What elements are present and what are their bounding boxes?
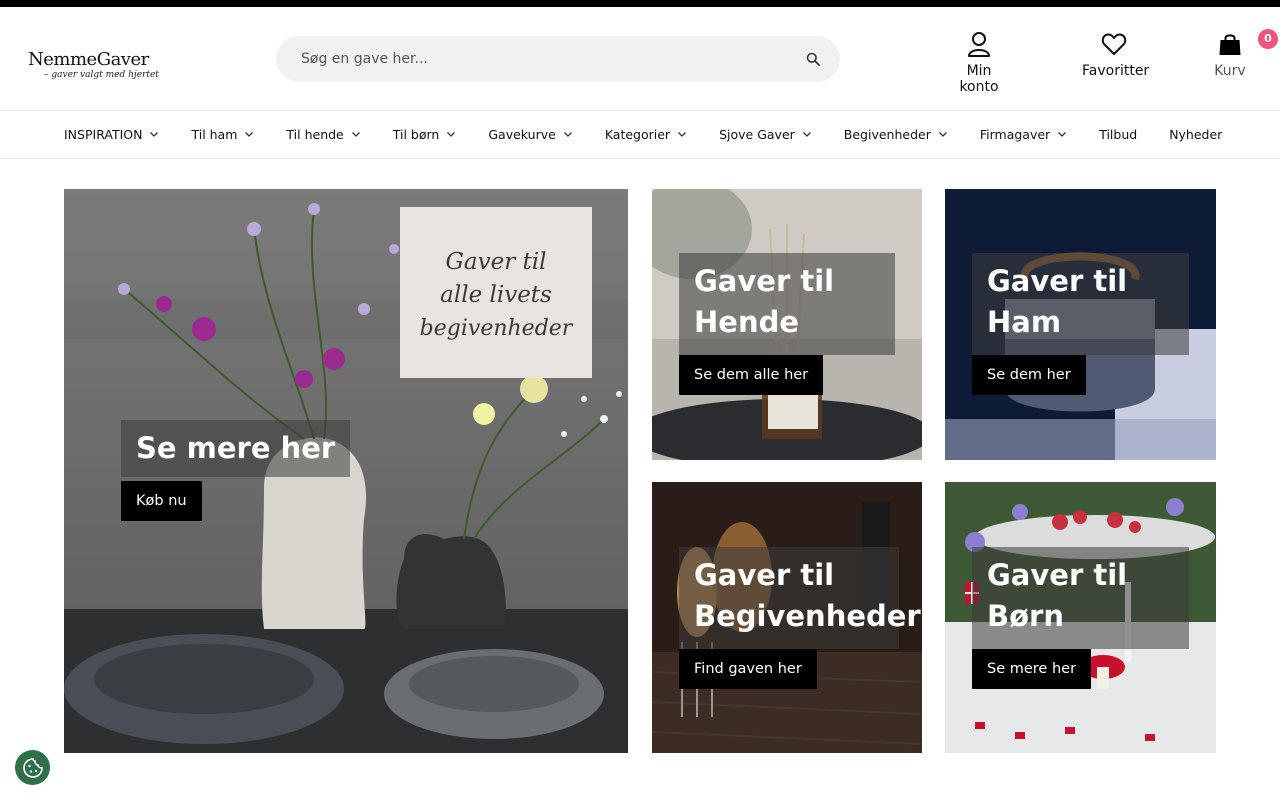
tile-begivenheder-button[interactable]: Find gaven her [679, 649, 817, 689]
heart-icon [1101, 33, 1127, 55]
nav-item-label: Til hende [286, 126, 344, 142]
logo-wordmark: NemmeGaver [28, 49, 149, 70]
cart-label: Kurv [1214, 63, 1246, 79]
nav-item-gavekurve[interactable]: Gavekurve [488, 127, 572, 142]
chevron-down-icon [150, 132, 159, 137]
logo[interactable]: NemmeGaver – gaver valgt med hjertet [28, 51, 178, 81]
nav-item-til-hende[interactable]: Til hende [286, 127, 360, 142]
tile-boern-caption: Gaver til Børn [972, 547, 1189, 649]
main-nav: INSPIRATION Til ham Til hende Til børn Gavek… [0, 111, 1280, 159]
nav-item-inspiration[interactable]: INSPIRATION [64, 127, 159, 142]
hero-banner[interactable]: Gaver til alle livets begivenheder Se me… [64, 189, 628, 753]
tile-begivenheder-caption: Gaver til Begivenheder [679, 547, 921, 649]
cookie-settings-button[interactable] [15, 750, 50, 785]
search-icon[interactable] [806, 52, 820, 66]
favorites-link[interactable]: Favoritter [1082, 31, 1150, 79]
tile-ham[interactable]: Gaver til Ham Se dem her [945, 189, 1216, 460]
nav-item-label: Gavekurve [488, 126, 556, 142]
nav-item-til-ham[interactable]: Til ham [191, 127, 254, 142]
nav-item-label: Kategorier [604, 126, 671, 142]
site-header: NemmeGaver – gaver valgt med hjertet Min… [0, 7, 1280, 111]
favorites-label: Favoritter [1082, 63, 1150, 79]
nav-item-tilbud[interactable]: Tilbud [1099, 127, 1137, 142]
chevron-down-icon [563, 132, 572, 137]
tile-boern[interactable]: Gaver til Børn Se mere her [945, 482, 1216, 753]
top-bar [0, 0, 1280, 7]
tile-ham-button[interactable]: Se dem her [972, 355, 1086, 395]
logo-tagline: – gaver valgt med hjertet [44, 70, 159, 80]
chevron-down-icon [1058, 132, 1067, 137]
chevron-down-icon [802, 132, 811, 137]
account-link[interactable]: Min konto [945, 31, 1013, 95]
shopping-bag-icon [1219, 34, 1241, 55]
chevron-down-icon [447, 132, 456, 137]
chevron-down-icon [351, 132, 360, 137]
tile-begivenheder[interactable]: Gaver til Begivenheder Find gaven her [652, 482, 922, 753]
chevron-down-icon [938, 132, 947, 137]
chevron-down-icon [678, 132, 687, 137]
nav-item-label: Nyheder [1169, 126, 1223, 142]
nav-item-label: Til børn [392, 126, 440, 142]
nav-item-label: Sjove Gaver [719, 126, 795, 142]
cart-count-badge: 0 [1258, 29, 1278, 49]
search-box [276, 36, 840, 82]
tile-hende[interactable]: Gaver til Hende Se dem alle her [652, 189, 922, 460]
account-label: Min konto [959, 63, 999, 95]
nav-item-label: Til ham [191, 126, 238, 142]
nav-item-label: INSPIRATION [64, 126, 143, 142]
nav-item-sjove-gaver[interactable]: Sjove Gaver [719, 127, 812, 142]
svg-text:alle livets: alle livets [440, 282, 552, 308]
cart-link[interactable]: Kurv 0 [1212, 29, 1278, 79]
svg-text:Gaver til: Gaver til [446, 249, 547, 275]
nav-item-firmagaver[interactable]: Firmagaver [980, 127, 1067, 142]
tile-boern-button[interactable]: Se mere her [972, 649, 1092, 689]
search-input[interactable] [276, 36, 756, 82]
nav-item-label: Begivenheder [843, 126, 931, 142]
tile-hende-caption: Gaver til Hende [679, 253, 895, 355]
nav-item-label: Firmagaver [979, 126, 1051, 142]
svg-text:begivenheder: begivenheder [420, 316, 574, 341]
hero-caption: Se mere her [121, 420, 351, 477]
cookie-icon [22, 757, 43, 778]
user-icon [968, 32, 990, 57]
hero-buy-button[interactable]: Køb nu [121, 481, 202, 521]
tile-ham-caption: Gaver til Ham [972, 253, 1189, 355]
nav-item-kategorier[interactable]: Kategorier [605, 127, 687, 142]
nav-item-label: Tilbud [1099, 126, 1138, 142]
nav-item-begivenheder[interactable]: Begivenheder [844, 127, 948, 142]
nav-item-nyheder[interactable]: Nyheder [1169, 127, 1222, 142]
nav-item-til-børn[interactable]: Til børn [393, 127, 457, 142]
chevron-down-icon [245, 132, 254, 137]
tile-hende-button[interactable]: Se dem alle her [679, 355, 824, 395]
